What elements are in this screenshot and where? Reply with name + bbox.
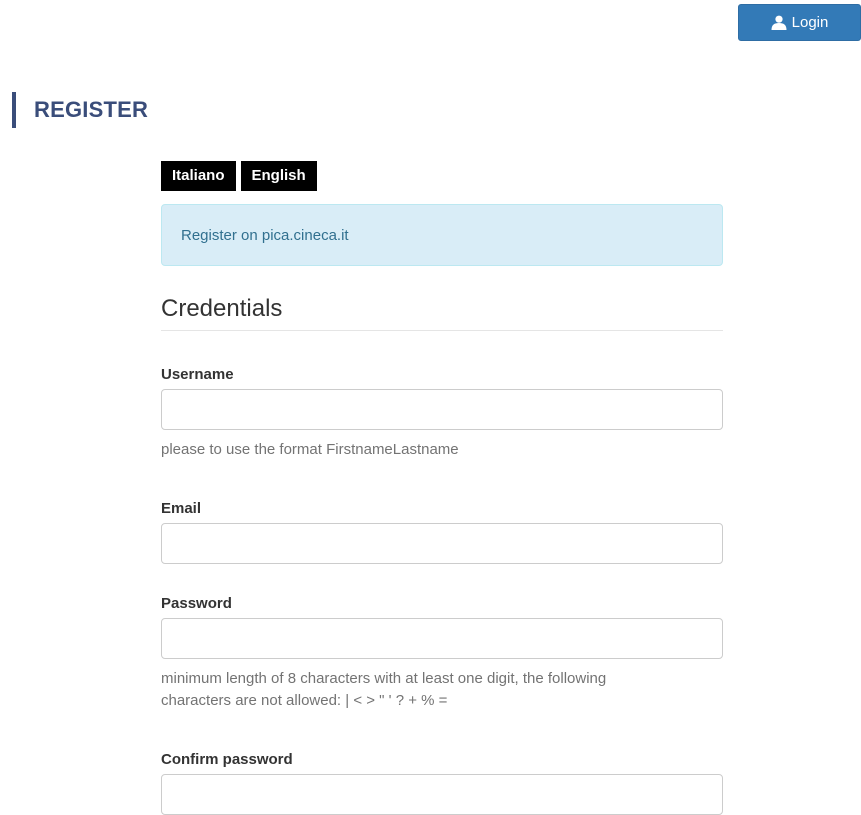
language-italiano-button[interactable]: Italiano [161,161,236,191]
user-icon [771,15,787,30]
username-input[interactable] [161,389,723,430]
register-form: Italiano English Register on pica.cineca… [161,161,723,815]
page-header: REGISTER [12,92,148,128]
username-help-text: please to use the format FirstnameLastna… [161,441,459,458]
email-input[interactable] [161,523,723,564]
password-help-line-1: minimum length of 8 characters with at l… [161,670,607,687]
language-switcher: Italiano English [161,161,723,191]
password-input[interactable] [161,618,723,659]
info-alert: Register on pica.cineca.it [161,204,723,266]
username-label: Username [161,366,234,383]
page-title: REGISTER [34,97,149,122]
language-english-button[interactable]: English [240,161,317,191]
confirm-password-input[interactable] [161,774,723,815]
password-label: Password [161,595,232,612]
credentials-section-title: Credentials [161,294,723,331]
login-button[interactable]: Login [738,4,861,41]
login-label: Login [791,14,829,31]
password-help-line-2: characters are not allowed: | < > " ' ? … [161,692,448,709]
info-message: Register on pica.cineca.it [181,226,349,244]
password-help-text: minimum length of 8 characters with at l… [161,668,723,712]
confirm-password-label: Confirm password [161,751,293,768]
email-label: Email [161,500,202,517]
title-accent-bar [12,92,16,128]
